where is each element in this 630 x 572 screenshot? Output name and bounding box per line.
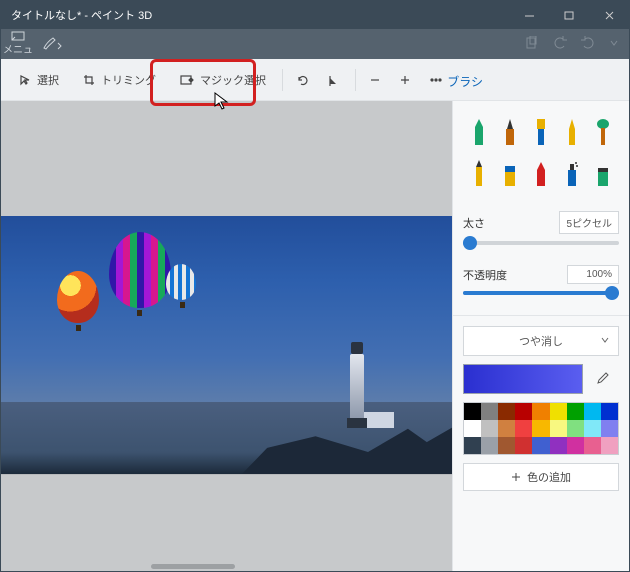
palette-swatch[interactable] bbox=[567, 437, 584, 454]
crop-tool[interactable]: トリミング bbox=[71, 61, 168, 99]
paste-icon[interactable] bbox=[525, 36, 539, 53]
palette-swatch[interactable] bbox=[601, 420, 618, 437]
palette-swatch[interactable] bbox=[550, 420, 567, 437]
brush-panel: 太さ 5ピクセル 不透明度 100% つや消し 色の追加 bbox=[452, 101, 629, 571]
redo-icon[interactable] bbox=[581, 36, 595, 53]
brush-picker[interactable] bbox=[463, 113, 619, 191]
palette-swatch[interactable] bbox=[498, 420, 515, 437]
palette-swatch[interactable] bbox=[515, 403, 532, 420]
palette-swatch[interactable] bbox=[567, 420, 584, 437]
sub-toolbar: 選択 トリミング マジック選択 ブラシ bbox=[1, 59, 629, 101]
palette-swatch[interactable] bbox=[464, 420, 481, 437]
crop-label: トリミング bbox=[101, 72, 156, 88]
palette-swatch[interactable] bbox=[481, 403, 498, 420]
panel-divider bbox=[453, 315, 629, 316]
palette-swatch[interactable] bbox=[532, 420, 549, 437]
palette-swatch[interactable] bbox=[584, 437, 601, 454]
minimize-button[interactable] bbox=[509, 1, 549, 29]
panel-title: ブラシ bbox=[447, 73, 483, 90]
magic-select-tool[interactable]: マジック選択 bbox=[168, 61, 278, 99]
select-tool[interactable]: 選択 bbox=[7, 61, 71, 99]
palette-swatch[interactable] bbox=[550, 403, 567, 420]
palette-swatch[interactable] bbox=[532, 437, 549, 454]
zoom-out-tool[interactable] bbox=[360, 61, 390, 99]
thickness-label: 太さ bbox=[463, 215, 485, 231]
brush-marker-icon[interactable] bbox=[463, 113, 494, 149]
more-caret-icon[interactable] bbox=[609, 38, 619, 51]
palette-swatch[interactable] bbox=[498, 437, 515, 454]
undo-icon[interactable] bbox=[553, 36, 567, 53]
opacity-slider[interactable] bbox=[463, 291, 619, 295]
palette-swatch[interactable] bbox=[515, 420, 532, 437]
brush-pixel-icon[interactable] bbox=[588, 113, 619, 149]
current-color-swatch[interactable] bbox=[463, 364, 583, 394]
brush-eraser-icon[interactable] bbox=[494, 154, 525, 190]
window-title: タイトルなし* - ペイント 3D bbox=[11, 7, 152, 23]
add-color-button[interactable]: 色の追加 bbox=[463, 463, 619, 491]
palette-swatch[interactable] bbox=[584, 403, 601, 420]
color-palette[interactable] bbox=[463, 402, 619, 455]
rotate-tool[interactable] bbox=[287, 61, 319, 99]
add-color-label: 色の追加 bbox=[527, 469, 571, 485]
brush-dropdown[interactable] bbox=[35, 29, 69, 59]
palette-swatch[interactable] bbox=[498, 403, 515, 420]
select-label: 選択 bbox=[37, 72, 59, 88]
palette-swatch[interactable] bbox=[481, 420, 498, 437]
canvas-image bbox=[1, 216, 452, 474]
palette-swatch[interactable] bbox=[550, 437, 567, 454]
palette-swatch[interactable] bbox=[515, 437, 532, 454]
palette-swatch[interactable] bbox=[532, 403, 549, 420]
finish-label: つや消し bbox=[519, 333, 563, 349]
flip-tool[interactable] bbox=[319, 61, 351, 99]
finish-dropdown[interactable]: つや消し bbox=[463, 326, 619, 356]
titlebar: タイトルなし* - ペイント 3D bbox=[1, 1, 629, 29]
brush-calligraphy-icon[interactable] bbox=[494, 113, 525, 149]
palette-swatch[interactable] bbox=[601, 403, 618, 420]
eyedropper-icon[interactable] bbox=[591, 368, 613, 390]
palette-swatch[interactable] bbox=[464, 403, 481, 420]
brush-oil-icon[interactable] bbox=[525, 113, 556, 149]
brush-crayon-icon[interactable] bbox=[525, 154, 556, 190]
palette-swatch[interactable] bbox=[584, 420, 601, 437]
palette-swatch[interactable] bbox=[567, 403, 584, 420]
maximize-button[interactable] bbox=[549, 1, 589, 29]
thickness-value[interactable]: 5ピクセル bbox=[559, 211, 619, 234]
ribbon: メニュー bbox=[1, 29, 629, 59]
opacity-value[interactable]: 100% bbox=[567, 265, 619, 284]
brush-watercolor-icon[interactable] bbox=[557, 113, 588, 149]
palette-swatch[interactable] bbox=[601, 437, 618, 454]
canvas-area[interactable] bbox=[1, 101, 452, 571]
brush-spray-icon[interactable] bbox=[557, 154, 588, 190]
magic-select-label: マジック選択 bbox=[200, 72, 266, 88]
opacity-label: 不透明度 bbox=[463, 267, 507, 283]
horizontal-scroll-thumb[interactable] bbox=[151, 564, 235, 569]
thickness-slider[interactable] bbox=[463, 241, 619, 245]
brush-fill-icon[interactable] bbox=[588, 154, 619, 190]
brush-pencil-icon[interactable] bbox=[463, 154, 494, 190]
close-button[interactable] bbox=[589, 1, 629, 29]
chevron-down-icon bbox=[600, 335, 610, 348]
palette-swatch[interactable] bbox=[464, 437, 481, 454]
palette-swatch[interactable] bbox=[481, 437, 498, 454]
zoom-in-tool[interactable] bbox=[390, 61, 420, 99]
